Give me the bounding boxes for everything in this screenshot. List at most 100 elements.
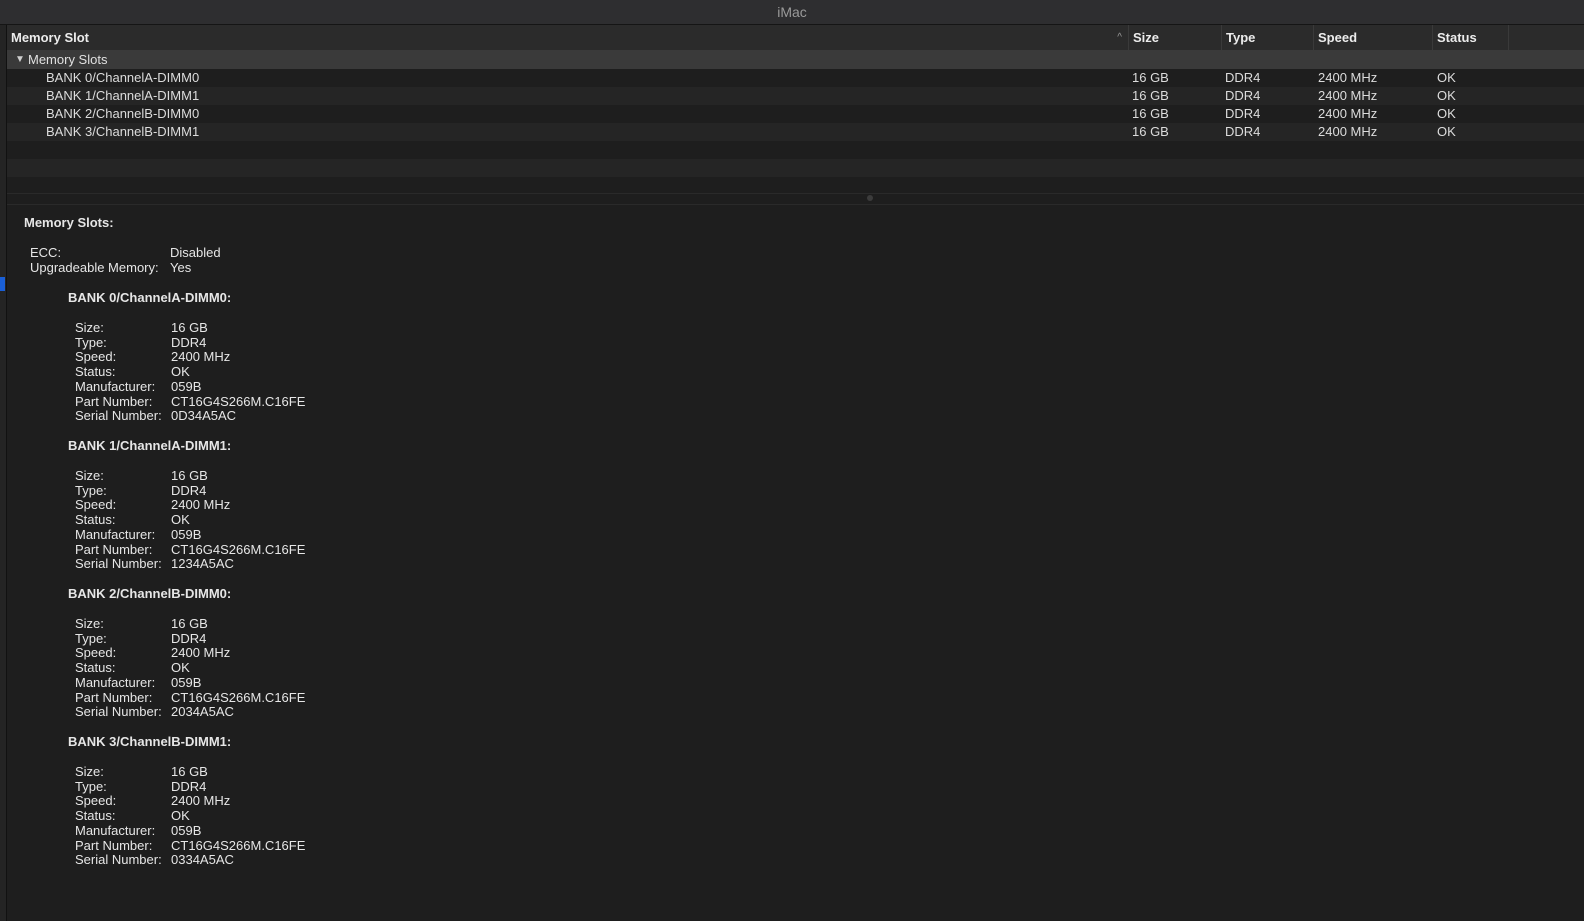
- detail-label: Manufacturer:: [75, 674, 156, 690]
- cell-type: DDR4: [1225, 70, 1261, 85]
- column-header-size[interactable]: Size: [1129, 25, 1222, 50]
- cell-size: 16 GB: [1132, 70, 1169, 85]
- detail-label: Manufacturer:: [75, 526, 156, 542]
- detail-value: 2400 MHz: [171, 349, 231, 365]
- detail-label: Serial Number:: [75, 556, 162, 572]
- detail-value: 0D34A5AC: [171, 408, 237, 424]
- detail-value: OK: [171, 808, 190, 824]
- cell-type: DDR4: [1225, 88, 1261, 103]
- table-row[interactable]: BANK 0/ChannelA-DIMM0 16 GB DDR4 2400 MH…: [7, 69, 1584, 87]
- memory-table: Memory Slot ^ Size Type Speed Status ▼ M…: [7, 25, 1584, 195]
- detail-value: 059B: [171, 822, 202, 838]
- divider-handle-icon[interactable]: [867, 195, 873, 201]
- table-header: Memory Slot ^ Size Type Speed Status: [7, 25, 1584, 51]
- detail-value: Disabled: [170, 245, 221, 260]
- detail-label: Type:: [75, 630, 107, 646]
- detail-label: Type:: [75, 778, 107, 794]
- group-row-memory-slots[interactable]: ▼ Memory Slots: [7, 51, 1584, 69]
- detail-label: Size:: [75, 320, 104, 335]
- detail-value: 059B: [171, 674, 202, 690]
- detail-value: DDR4: [171, 778, 207, 794]
- cell-memory-slot: BANK 1/ChannelA-DIMM1: [46, 88, 200, 103]
- sidebar-selection-indicator: [0, 277, 5, 291]
- detail-label: Part Number:: [75, 541, 153, 557]
- detail-value: 2400 MHz: [171, 793, 231, 809]
- table-row[interactable]: BANK 3/ChannelB-DIMM1 16 GB DDR4 2400 MH…: [7, 123, 1584, 141]
- table-row[interactable]: BANK 2/ChannelB-DIMM0 16 GB DDR4 2400 MH…: [7, 105, 1584, 123]
- sidebar-edge: [0, 25, 7, 921]
- detail-label: Serial Number:: [75, 704, 162, 720]
- column-header-label: Memory Slot: [11, 30, 90, 45]
- cell-status: OK: [1437, 70, 1456, 85]
- detail-label: Serial Number:: [75, 408, 162, 424]
- detail-label: Type:: [75, 334, 107, 350]
- detail-label: Size:: [75, 468, 104, 483]
- cell-speed: 2400 MHz: [1318, 124, 1378, 139]
- detail-label: Serial Number:: [75, 852, 162, 868]
- detail-value: OK: [171, 364, 190, 380]
- column-header-memory-slot[interactable]: Memory Slot ^: [7, 25, 1129, 50]
- chevron-up-icon: ^: [1117, 32, 1122, 43]
- detail-label: Speed:: [75, 349, 117, 365]
- detail-value: 1234A5AC: [171, 556, 234, 572]
- detail-value: 059B: [171, 526, 202, 542]
- detail-label: Upgradeable Memory:: [30, 260, 159, 275]
- detail-value: OK: [171, 512, 190, 528]
- detail-label: Status:: [75, 512, 116, 528]
- detail-label: Part Number:: [75, 837, 153, 853]
- cell-speed: 2400 MHz: [1318, 70, 1378, 85]
- detail-value: DDR4: [171, 334, 207, 350]
- detail-value: CT16G4S266M.C16FE: [171, 837, 306, 853]
- cell-status: OK: [1437, 124, 1456, 139]
- column-header-label: Status: [1437, 30, 1477, 45]
- column-header-type[interactable]: Type: [1222, 25, 1314, 50]
- detail-value: 16 GB: [171, 616, 208, 631]
- cell-memory-slot: BANK 3/ChannelB-DIMM1: [46, 124, 200, 139]
- detail-value: 16 GB: [171, 320, 208, 335]
- cell-speed: 2400 MHz: [1318, 106, 1378, 121]
- cell-size: 16 GB: [1132, 124, 1169, 139]
- column-header-status[interactable]: Status: [1433, 25, 1509, 50]
- detail-label: Type:: [75, 482, 107, 498]
- detail-label: Manufacturer:: [75, 822, 156, 838]
- detail-value: 2400 MHz: [171, 645, 231, 661]
- detail-label: Size:: [75, 616, 104, 631]
- detail-value: 0334A5AC: [171, 852, 234, 868]
- detail-label: Speed:: [75, 497, 117, 513]
- empty-row: [7, 159, 1584, 177]
- detail-label: Speed:: [75, 645, 117, 661]
- title-bar: iMac: [0, 0, 1584, 25]
- cell-status: OK: [1437, 88, 1456, 103]
- cell-memory-slot: BANK 0/ChannelA-DIMM0: [46, 70, 200, 85]
- detail-value: 059B: [171, 378, 202, 394]
- detail-value: 16 GB: [171, 764, 208, 779]
- cell-size: 16 GB: [1132, 106, 1169, 121]
- cell-status: OK: [1437, 106, 1456, 121]
- cell-type: DDR4: [1225, 124, 1261, 139]
- cell-type: DDR4: [1225, 106, 1261, 121]
- group-label: Memory Slots: [28, 52, 108, 67]
- empty-row: [7, 141, 1584, 159]
- table-row[interactable]: BANK 1/ChannelA-DIMM1 16 GB DDR4 2400 MH…: [7, 87, 1584, 105]
- detail-value: OK: [171, 660, 190, 676]
- column-header-label: Type: [1226, 30, 1256, 45]
- detail-value: Yes: [170, 260, 192, 275]
- detail-value: DDR4: [171, 482, 207, 498]
- column-header-label: Speed: [1318, 30, 1358, 45]
- bank-title: BANK 3/ChannelB-DIMM1:: [68, 734, 232, 749]
- column-header-label: Size: [1133, 30, 1160, 45]
- detail-label: ECC:: [30, 245, 62, 260]
- detail-value: 2034A5AC: [171, 704, 234, 720]
- column-header-speed[interactable]: Speed: [1314, 25, 1433, 50]
- details-pane: Memory Slots: ECC: Disabled Upgradeable …: [7, 204, 1584, 921]
- detail-label: Speed:: [75, 793, 117, 809]
- cell-memory-slot: BANK 2/ChannelB-DIMM0: [46, 106, 200, 121]
- bank-title: BANK 1/ChannelA-DIMM1:: [68, 438, 232, 453]
- disclosure-triangle-down-icon[interactable]: ▼: [15, 51, 25, 69]
- detail-value: 16 GB: [171, 468, 208, 483]
- cell-size: 16 GB: [1132, 88, 1169, 103]
- detail-value: CT16G4S266M.C16FE: [171, 541, 306, 557]
- detail-label: Status:: [75, 660, 116, 676]
- detail-value: CT16G4S266M.C16FE: [171, 689, 306, 705]
- bank-title: BANK 0/ChannelA-DIMM0:: [68, 290, 232, 305]
